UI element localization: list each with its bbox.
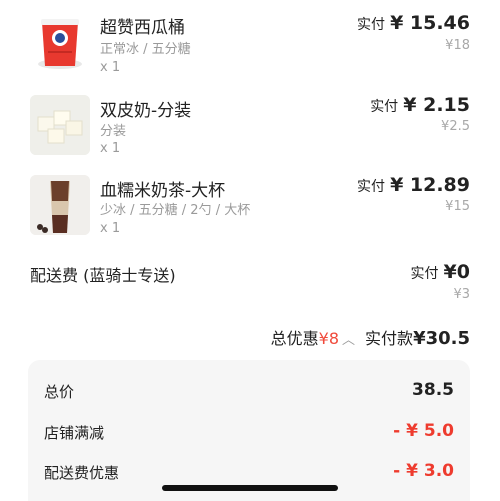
item-spec: 少冰 / 五分糖 / 2勺 / 大杯 <box>100 203 251 218</box>
milk-pudding-icon <box>30 95 90 155</box>
delivery-paid-price: 实付 ¥0 <box>410 261 470 283</box>
item-paid-price: 实付 ¥ 15.46 <box>357 12 470 34</box>
item-original-price: ¥2.5 <box>441 119 470 134</box>
breakdown-label: 店铺满减 <box>44 424 105 442</box>
item-original-price: ¥15 <box>445 199 470 214</box>
double-skin-milk-image <box>30 95 90 155</box>
item-name: 双皮奶-分装 <box>100 101 192 121</box>
milk-tea-cup-icon <box>30 175 90 235</box>
item-original-price: ¥18 <box>445 38 470 53</box>
paid-total-amount: ¥30.5 <box>413 328 470 349</box>
item-paid-price: 实付 ¥ 12.89 <box>357 174 470 196</box>
watermelon-bucket-icon <box>38 19 82 69</box>
paid-label: 实付 <box>410 266 439 282</box>
item-name: 血糯米奶茶-大杯 <box>100 181 226 201</box>
total-discount-label: 总优惠 <box>270 329 319 348</box>
milk-tea-image <box>30 175 90 235</box>
delivery-fee-label: 配送费 (蓝骑士专送) <box>30 266 176 285</box>
breakdown-label: 配送费优惠 <box>44 464 120 482</box>
paid-amount: ¥0 <box>443 261 470 283</box>
paid-amount: ¥ 12.89 <box>390 174 470 196</box>
chevron-up-icon[interactable]: ︿ <box>342 329 355 348</box>
item-qty: x 1 <box>100 141 121 156</box>
item-spec: 分装 <box>100 124 127 139</box>
item-spec: 正常冰 / 五分糖 <box>100 42 191 57</box>
item-name: 超赞西瓜桶 <box>100 18 185 38</box>
breakdown-value: 38.5 <box>412 380 454 400</box>
price-breakdown-card: 总价 38.5 店铺满减 - ¥ 5.0 配送费优惠 - ¥ 3.0 <box>28 360 470 501</box>
paid-amount: ¥ 15.46 <box>390 12 470 34</box>
paid-label: 实付 <box>356 179 385 195</box>
item-paid-price: 实付 ¥ 2.15 <box>370 94 470 116</box>
paid-amount: ¥ 2.15 <box>403 94 470 116</box>
breakdown-value: - ¥ 5.0 <box>393 421 454 441</box>
item-qty: x 1 <box>100 221 121 236</box>
paid-label: 实付 <box>370 99 399 115</box>
breakdown-value: - ¥ 3.0 <box>393 461 454 481</box>
home-indicator[interactable] <box>162 485 338 491</box>
item-qty: x 1 <box>100 60 121 75</box>
paid-total-label: 实付款 <box>365 329 414 348</box>
delivery-original-price: ¥3 <box>453 287 470 302</box>
paid-label: 实付 <box>356 17 385 33</box>
breakdown-label: 总价 <box>44 383 75 401</box>
total-discount-value[interactable]: ¥8 <box>319 329 339 348</box>
watermelon-drink-image <box>30 12 90 72</box>
order-summary: 总优惠 ¥8 ︿ 实付款 ¥30.5 <box>271 325 470 349</box>
